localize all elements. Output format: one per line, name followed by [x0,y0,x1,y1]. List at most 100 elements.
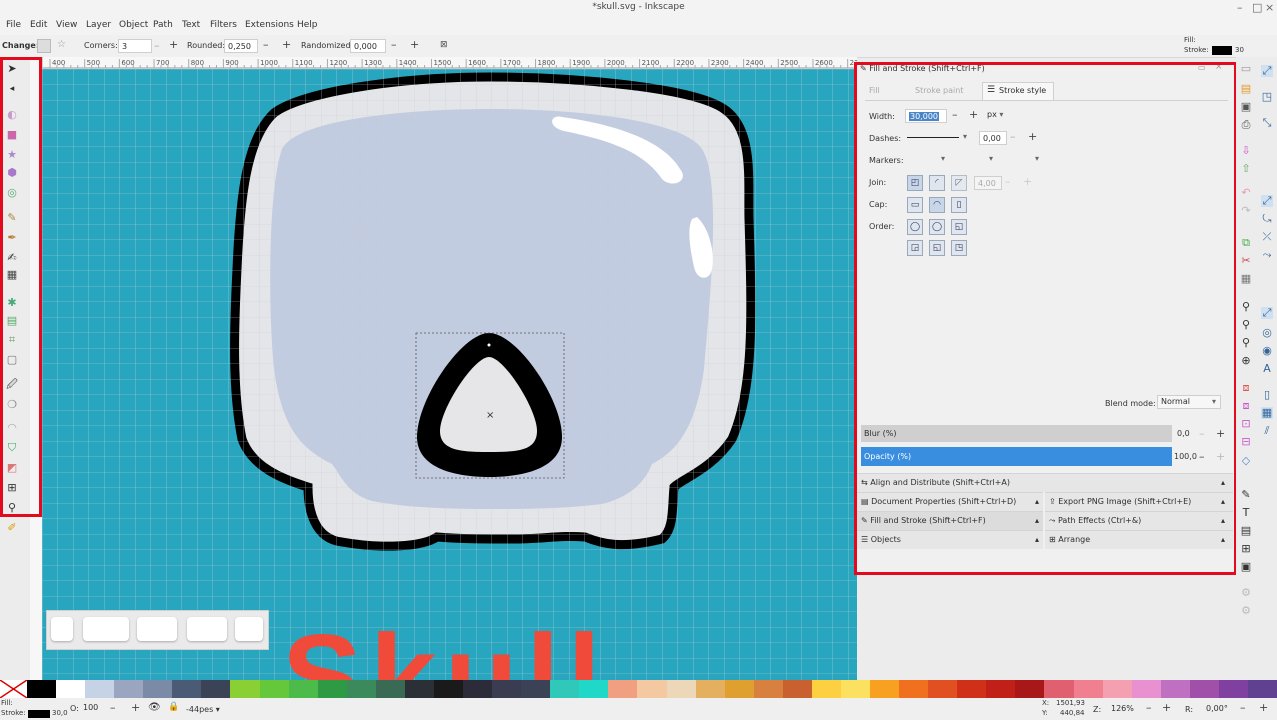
rotation-input[interactable]: 0,00° [1203,702,1237,716]
join-round-button[interactable]: ◜ [929,175,945,191]
width-minus-button[interactable]: – [952,108,958,121]
import-icon[interactable]: ⇩ [1240,145,1252,157]
swatch-slot-2[interactable] [83,617,129,641]
palette-swatch[interactable] [1102,680,1133,698]
menu-extensions[interactable]: Extensions [245,20,294,30]
export-icon[interactable]: ⇧ [1240,163,1252,175]
dash-offset-input[interactable]: 0,00 [979,131,1007,145]
palette-swatch[interactable] [637,680,668,698]
swatch-slot-4[interactable] [187,617,227,641]
palette-swatch[interactable] [433,680,464,698]
palette-swatch[interactable] [230,680,261,698]
current-layer-dropdown[interactable]: -44pes ▾ [186,705,220,714]
dock-path-effects[interactable]: ⤳ Path Effects (Ctrl+&) ▴ [1045,511,1233,530]
status-opacity-plus[interactable]: + [131,701,140,714]
join-miter-button[interactable]: ◰ [907,175,923,191]
zoom-plus-button[interactable]: + [1162,701,1171,714]
dock-arrange[interactable]: ⊞ Arrange ▴ [1045,530,1233,549]
status-opacity-minus[interactable]: – [110,701,116,714]
status-stroke-width[interactable]: 30,0 [52,709,68,717]
measure-tool-icon[interactable]: ◠ [6,422,18,434]
palette-swatch[interactable] [1218,680,1249,698]
palette-swatch[interactable] [404,680,435,698]
palette-swatch[interactable] [753,680,784,698]
palette-swatch[interactable] [811,680,842,698]
randomized-minus-button[interactable]: – [391,38,397,51]
save-icon[interactable]: ▣ [1240,101,1252,113]
snap-center-icon[interactable]: ◎ [1261,327,1273,339]
fill-stroke-dialog-icon[interactable]: ◇ [1240,455,1252,467]
palette-swatch[interactable] [550,680,581,698]
tab-stroke-paint[interactable]: Stroke paint [915,86,963,95]
xml-editor-icon[interactable]: ▤ [1240,525,1252,537]
document-props-icon[interactable]: ⚙ [1240,587,1252,599]
order-markers-fill-button[interactable]: ◲ [907,240,923,256]
menu-file[interactable]: File [6,20,21,30]
chevron-up-icon[interactable]: ▴ [1035,531,1039,549]
close-icon[interactable]: × [1265,1,1274,14]
star-tool-icon[interactable]: ★ [6,149,18,161]
blur-minus-button[interactable]: – [1199,427,1205,440]
group-icon[interactable]: ⊡ [1240,418,1252,430]
miter-minus-button[interactable]: – [1005,175,1011,188]
snap-bbox-edge-icon[interactable]: ⤡ [1261,117,1273,129]
palette-swatch[interactable] [1247,680,1277,698]
tweak-tool-icon[interactable]: ❍ [6,399,18,411]
tab-fill[interactable]: Fill [869,86,880,95]
cap-square-button[interactable]: ▯ [951,197,967,213]
menu-filters[interactable]: Filters [210,20,237,30]
palette-swatch[interactable] [317,680,348,698]
blur-value[interactable]: 0,0 [1177,429,1190,438]
snap-bbox-icon[interactable]: ◳ [1261,91,1273,103]
opacity-minus-button[interactable]: – [1199,450,1205,463]
status-stroke-swatch[interactable] [28,710,50,718]
print-icon[interactable]: ⎙ [1240,119,1252,131]
snap-intersection-icon[interactable]: ⤫ [1261,231,1273,243]
zoom-drawing-icon[interactable]: ⚲ [1240,319,1252,331]
dock-objects[interactable]: ☰ Objects ▴ [857,530,1043,549]
palette-swatch[interactable] [724,680,755,698]
order-stroke-markers-button[interactable]: ◳ [951,240,967,256]
palette-swatch[interactable] [27,680,57,698]
blend-mode-dropdown[interactable]: Normal ▾ [1157,395,1221,409]
spiral-tool-icon[interactable]: ◎ [6,187,18,199]
lpe-tool-icon[interactable]: ⊞ [6,482,18,494]
snap-page-icon[interactable]: ▯ [1261,389,1273,401]
order-normal-button[interactable]: ◯ [907,219,923,235]
dock-fill-stroke[interactable]: ✎ Fill and Stroke (Shift+Ctrl+F) ▴ [857,511,1043,530]
minimize-icon[interactable]: – [1237,1,1243,14]
miter-limit-input[interactable]: 4,00 [974,176,1002,190]
3dbox-tool-icon[interactable]: ⬢ [6,167,18,179]
opacity-plus-button[interactable]: + [1216,450,1225,463]
eraser-tool-icon[interactable]: ▤ [6,315,18,327]
dashes-plus-button[interactable]: + [1028,130,1037,143]
palette-swatch[interactable] [608,680,639,698]
palette-swatch[interactable] [870,680,901,698]
pen-tool-icon[interactable]: ✒ [6,232,18,244]
status-opacity-input[interactable]: 100 [80,701,104,715]
chevron-up-icon[interactable]: ▴ [1035,512,1039,530]
layers-dialog-icon[interactable]: ⚙ [1240,605,1252,617]
chevron-up-icon[interactable]: ▴ [1221,512,1225,530]
palette-swatch[interactable] [492,680,523,698]
ungroup-icon[interactable]: ⊟ [1240,436,1252,448]
palette-swatch[interactable] [172,680,203,698]
dash-pattern-dropdown[interactable]: ▾ [905,131,973,145]
dock-export-png[interactable]: ⇪ Export PNG Image (Shift+Ctrl+E) ▴ [1045,492,1233,511]
layer-visibility-icon[interactable]: 👁 [148,702,161,713]
snap-others-icon[interactable]: ⤢ [1261,307,1273,319]
join-bevel-button[interactable]: ◸ [951,175,967,191]
palette-swatch[interactable] [1044,680,1075,698]
cap-round-button[interactable]: ◠ [929,197,945,213]
swatch-slot-1[interactable] [51,617,73,641]
opacity-slider[interactable]: Opacity (%) [861,447,1172,466]
paste-icon[interactable]: ▦ [1240,273,1252,285]
chevron-up-icon[interactable]: ▴ [1221,531,1225,549]
palette-swatch[interactable] [1189,680,1220,698]
menu-object[interactable]: Object [119,20,148,30]
palette-swatch[interactable] [1015,680,1046,698]
chevron-up-icon[interactable]: ▴ [1035,493,1039,511]
randomized-input[interactable]: 0,000 [350,39,386,53]
rounded-plus-button[interactable]: + [282,38,291,51]
palette-swatch[interactable] [695,680,726,698]
